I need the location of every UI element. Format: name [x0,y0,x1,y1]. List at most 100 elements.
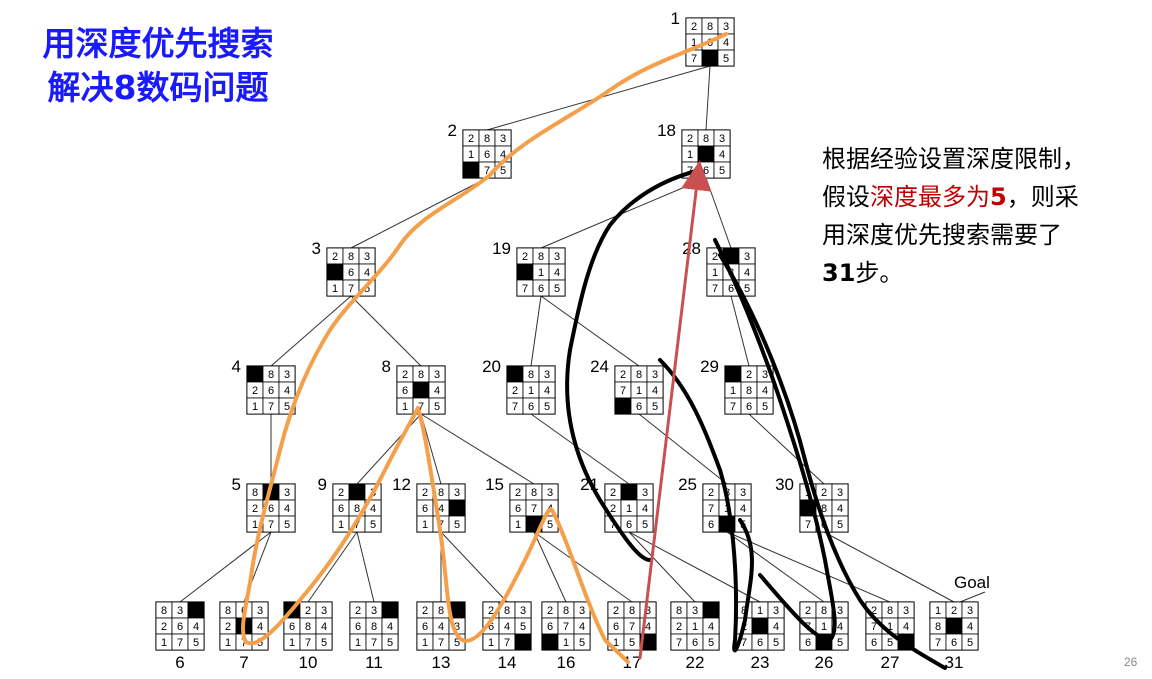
tile-number: 8 [504,605,510,617]
tile-number: 5 [284,401,290,413]
tile-number: 2 [746,369,752,381]
tile-number: 2 [305,605,311,617]
tile-number: 4 [438,621,444,633]
tile-number: 3 [364,251,370,263]
tile-number: 4 [762,385,768,397]
blank-tile [945,617,963,635]
node-label-24: 24 [590,357,609,376]
blank-tile [751,617,769,635]
tile-number: 3 [321,605,327,617]
tile-number: 2 [332,251,338,263]
tile-number: 6 [805,637,811,649]
tile-number: 4 [257,621,263,633]
tree-edge [705,177,732,249]
node-label-30: 30 [775,475,794,494]
tile-number: 7 [531,503,537,515]
tile-number: 4 [370,503,376,515]
tile-number: 7 [305,637,311,649]
tile-number: 1 [289,637,295,649]
tile-number: 1 [468,149,474,161]
annotation-steps-number: 31 [822,259,856,287]
tile-number: 2 [610,503,616,515]
tile-number: 6 [703,165,709,177]
tree-edge [350,295,422,367]
annotation-depth-highlight: 深度最多为 [870,183,990,211]
tile-number: 5 [500,165,506,177]
node-label-15: 15 [485,475,504,494]
tile-number: 4 [773,621,779,633]
tree-edge [628,531,696,603]
node-label-9: 9 [318,475,327,494]
tile-number: 5 [629,637,635,649]
tile-number: 6 [338,503,344,515]
tile-number: 8 [418,369,424,381]
tile-number: 2 [422,605,428,617]
blank-tile [620,483,638,501]
tile-number: 5 [434,401,440,413]
tile-number: 7 [805,519,811,531]
tile-number: 2 [805,605,811,617]
node-label-4: 4 [232,357,241,376]
tile-number: 1 [161,637,167,649]
tile-number: 8 [252,487,258,499]
tile-number: 1 [563,637,569,649]
board-node-2: 2 8 31 6 47 52 [448,121,512,179]
tree-edge [350,177,488,249]
tile-number: 2 [821,487,827,499]
tile-number: 1 [712,267,718,279]
blank-tile [412,381,430,399]
tile-number: 6 [515,503,521,515]
tree-edge [356,531,375,603]
tile-number: 7 [563,621,569,633]
tile-number: 4 [744,267,750,279]
tile-number: 7 [438,637,444,649]
node-label-2: 2 [448,121,457,140]
tile-number: 6 [626,519,632,531]
tile-number: 4 [193,621,199,633]
tile-number: 1 [225,637,231,649]
tile-number: 6 [422,621,428,633]
tile-number: 4 [387,621,393,633]
tile-number: 2 [708,487,714,499]
board-node-29: 2 3 1 8 4 7 6 5 29 [700,357,774,415]
annotation-line-4: 31步。 [822,254,1152,292]
tile-number: 2 [687,133,693,145]
tile-number: 8 [438,605,444,617]
tile-number: 6 [547,621,553,633]
tree-edge [530,413,630,485]
tile-number: 3 [723,21,729,33]
tile-number: 2 [522,251,528,263]
annotation-line-2-pre: 假设 [822,183,870,211]
tile-number: 3 [520,605,526,617]
blank-tile [506,365,524,383]
tile-number: 6 [728,283,734,295]
tile-number: 1 [355,637,361,649]
node-label-12: 12 [392,475,411,494]
tile-number: 7 [691,53,697,65]
board-node-11: 2 36 8 4 1 7 5 11 [349,601,399,672]
tile-number: 5 [773,637,779,649]
tile-number: 5 [708,637,714,649]
tile-number: 3 [719,133,725,145]
tile-number: 3 [371,605,377,617]
tile-number: 1 [402,401,408,413]
tile-number: 2 [610,487,616,499]
search-tree-diagram: 2 8 31 6 47 512 8 31 6 47 522 8 36 41 7 538 32 6 41 7 548 32 6… [155,9,990,672]
tile-number: 2 [512,385,518,397]
tile-number: 4 [504,621,510,633]
tile-number: 7 [708,503,714,515]
tile-number: 7 [935,637,941,649]
tile-number: 4 [903,621,909,633]
tile-number: 8 [354,503,360,515]
blank-tile [448,499,466,517]
tile-number: 6 [484,149,490,161]
tile-number: 4 [579,621,585,633]
tile-number: 5 [719,165,725,177]
board-node-17: 2 8 36 7 41 517 [607,601,657,672]
node-label-8: 8 [382,357,391,376]
tile-number: 7 [512,401,518,413]
board-node-12: 2 8 36 41 7 512 [392,475,466,533]
tile-number: 3 [579,605,585,617]
tree-boards: 2 8 31 6 47 512 8 31 6 47 522 8 36 41 7 538 32 6 41 7 548 32 6… [155,9,979,672]
tile-number: 4 [740,503,746,515]
